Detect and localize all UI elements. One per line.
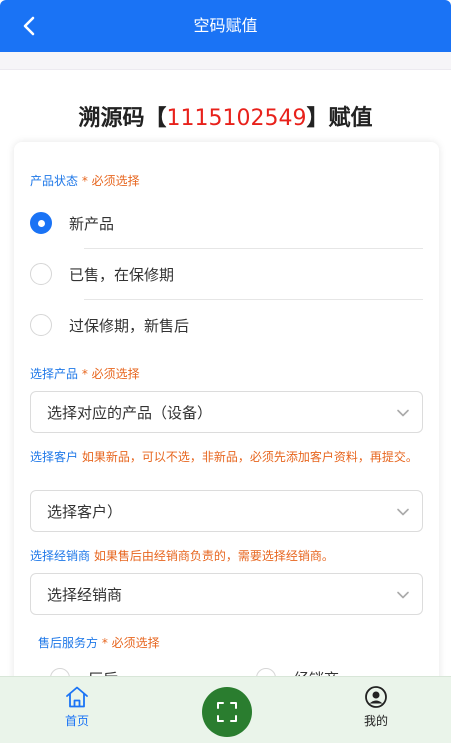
radio-sold-in-warranty[interactable]: 已售，在保修期 bbox=[30, 249, 423, 299]
user-icon bbox=[365, 686, 387, 708]
trace-code-value: 1115102549 bbox=[166, 106, 307, 131]
scan-icon bbox=[217, 702, 237, 722]
dealer-select[interactable]: 选择经销商 bbox=[30, 573, 423, 615]
radio-label: 新产品 bbox=[69, 214, 115, 233]
radio-unchecked-icon bbox=[30, 314, 52, 336]
customer-hint: 如果新品，可以不选，非新品，必须先添加客户资料，再提交。 bbox=[81, 450, 418, 464]
required-mark: * 必须选择 bbox=[81, 174, 140, 188]
select-product-label: 选择产品 * 必须选择 bbox=[30, 366, 140, 383]
required-mark: * 必须选择 bbox=[81, 367, 140, 381]
home-icon bbox=[66, 686, 88, 708]
chevron-down-icon bbox=[397, 591, 409, 599]
required-mark: * 必须选择 bbox=[101, 636, 160, 650]
heading-prefix: 溯源码【 bbox=[78, 106, 167, 131]
after-sales-label: 售后服务方 * 必须选择 bbox=[38, 635, 160, 652]
customer-select[interactable]: 选择客户） bbox=[30, 490, 423, 532]
product-select-value: 选择对应的产品（设备） bbox=[47, 403, 213, 422]
app-header: 空码赋值 bbox=[0, 0, 451, 52]
select-dealer-label-text: 选择经销商 bbox=[30, 549, 91, 563]
chevron-down-icon bbox=[397, 508, 409, 516]
select-product-label-text: 选择产品 bbox=[30, 367, 79, 381]
tab-home-label: 首页 bbox=[64, 714, 89, 728]
chevron-down-icon bbox=[397, 409, 409, 417]
page-title: 空码赋值 bbox=[193, 16, 258, 35]
select-dealer-label: 选择经销商 如果售后由经销商负责的，需要选择经销商。 bbox=[30, 548, 334, 565]
tab-mine[interactable]: 我的 bbox=[341, 685, 411, 737]
header-divider-strip bbox=[0, 52, 451, 70]
radio-new-product[interactable]: 新产品 bbox=[30, 198, 423, 248]
radio-label: 过保修期，新售后 bbox=[69, 316, 190, 335]
scan-button[interactable] bbox=[202, 687, 252, 737]
radio-out-of-warranty[interactable]: 过保修期，新售后 bbox=[30, 300, 423, 350]
dealer-select-value: 选择经销商 bbox=[47, 585, 123, 604]
tab-home[interactable]: 首页 bbox=[42, 685, 112, 737]
dealer-hint: 如果售后由经销商负责的，需要选择经销商。 bbox=[93, 549, 334, 563]
tab-mine-label: 我的 bbox=[363, 714, 388, 728]
customer-select-value: 选择客户） bbox=[47, 502, 123, 521]
bottom-tab-bar: 首页 我的 bbox=[0, 676, 451, 743]
product-status-label: 产品状态 * 必须选择 bbox=[30, 173, 140, 190]
heading-suffix: 】赋值 bbox=[306, 106, 373, 131]
radio-unchecked-icon bbox=[30, 263, 52, 285]
select-customer-label-text: 选择客户 bbox=[30, 450, 79, 464]
product-status-label-text: 产品状态 bbox=[30, 174, 79, 188]
select-customer-label: 选择客户 如果新品，可以不选，非新品，必须先添加客户资料，再提交。 bbox=[30, 449, 423, 466]
radio-label: 已售，在保修期 bbox=[69, 265, 175, 284]
after-sales-label-text: 售后服务方 bbox=[38, 636, 99, 650]
trace-code-heading: 溯源码【1115102549】赋值 bbox=[0, 100, 451, 136]
radio-checked-icon bbox=[30, 212, 52, 234]
product-select[interactable]: 选择对应的产品（设备） bbox=[30, 391, 423, 433]
